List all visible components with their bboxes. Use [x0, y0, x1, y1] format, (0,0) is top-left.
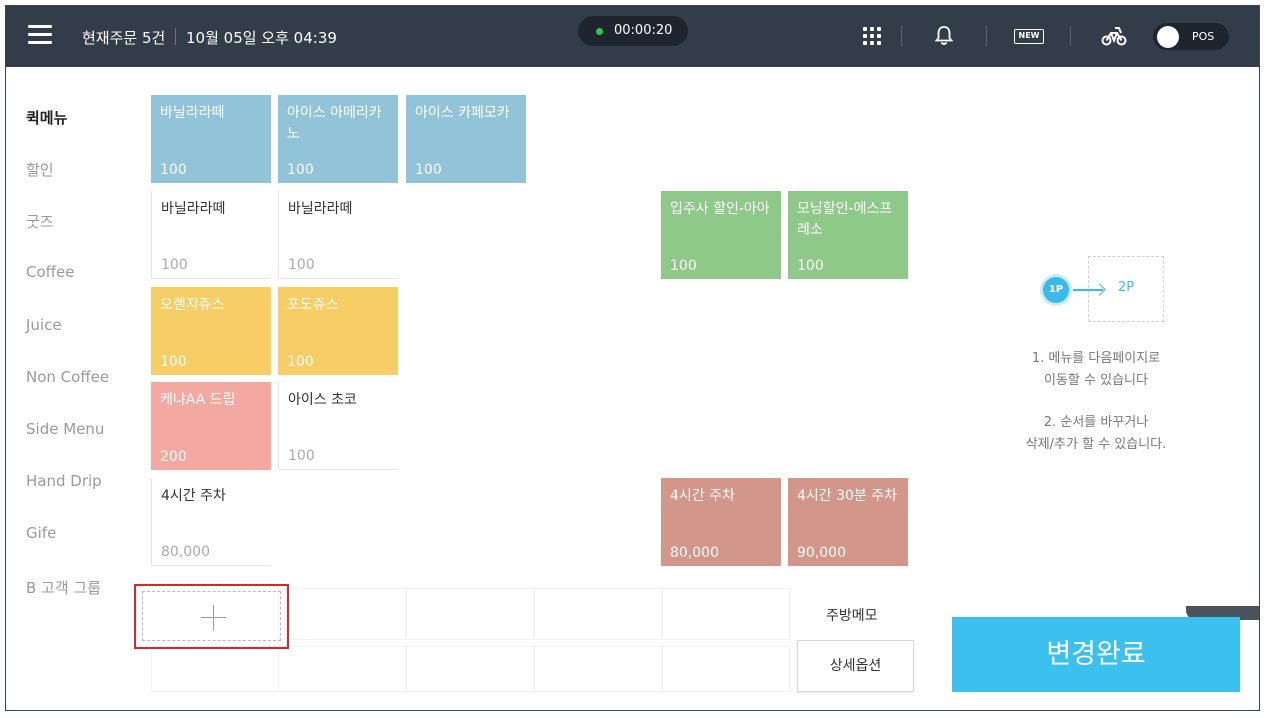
menu-tile-price: 90,000 — [797, 545, 846, 561]
menu-tile-price: 100 — [287, 162, 314, 178]
guide-text-line: 삭제/추가 할 수 있습니다. — [1025, 437, 1167, 452]
page-2-indicator: 2P — [1118, 280, 1135, 295]
menu-tile-price: 100 — [288, 257, 315, 273]
menu-tile-name: 4시간 30분 주차 — [797, 488, 898, 504]
menu-tile[interactable]: 4시간 주차 80,000 — [151, 478, 271, 566]
menu-tile-price: 80,000 — [161, 544, 210, 560]
menu-tile-name: 4시간 주차 — [670, 488, 735, 504]
header-divider — [175, 28, 176, 45]
category-b-customer-group[interactable]: B 고객 그룹 — [26, 577, 101, 598]
category-quick-menu[interactable]: 퀵메뉴 — [26, 107, 67, 128]
menu-tile-price: 100 — [670, 258, 697, 274]
pos-mode-toggle[interactable]: POS — [1153, 23, 1229, 50]
menu-tile[interactable]: 입주사 할인-아아 100 — [661, 191, 781, 279]
menu-tile[interactable]: 바닐라라떼 100 — [278, 191, 398, 279]
menu-tile-name: 포도쥬스 — [287, 297, 339, 313]
category-goods[interactable]: 굿즈 — [26, 211, 54, 232]
empty-menu-slot[interactable] — [151, 646, 279, 692]
header-divider — [901, 26, 902, 46]
menu-tile-price: 100 — [160, 162, 187, 178]
timer-status-dot — [596, 28, 603, 35]
menu-tile-price: 100 — [415, 162, 442, 178]
menu-tile[interactable]: 포도쥬스 100 — [278, 287, 398, 375]
category-side-menu[interactable]: Side Menu — [26, 420, 104, 438]
complete-changes-button[interactable]: 변경완료 — [952, 617, 1240, 692]
menu-hamburger-icon[interactable] — [28, 25, 52, 45]
menu-tile-name: 아이스 아메리카노 — [287, 105, 382, 142]
menu-tile-price: 80,000 — [670, 545, 719, 561]
empty-menu-slot[interactable] — [406, 588, 534, 640]
menu-tile-name: 케냐AA 드립 — [160, 392, 236, 408]
menu-tile-name: 모닝할인-에스프레소 — [797, 201, 893, 238]
menu-tile[interactable]: 아이스 카페모카 100 — [406, 95, 526, 183]
elapsed-timer: 00:00:20 — [578, 16, 688, 46]
menu-tile-name: 바닐라라떼 — [288, 201, 353, 217]
kitchen-memo-button[interactable]: 주방메모 — [826, 605, 878, 625]
menu-tile[interactable]: 아이스 아메리카노 100 — [278, 95, 398, 183]
empty-menu-slot[interactable] — [662, 646, 790, 692]
menu-tile-name: 오렌지쥬스 — [160, 297, 225, 313]
category-hand-drip[interactable]: Hand Drip — [26, 472, 102, 490]
toggle-label: POS — [1192, 30, 1215, 43]
add-menu-button[interactable] — [142, 591, 281, 641]
menu-tile-price: 100 — [288, 448, 315, 464]
toggle-knob — [1157, 26, 1179, 48]
menu-tile[interactable]: 바닐라라떼 100 — [151, 191, 271, 279]
page-1-indicator: 1P — [1043, 277, 1069, 303]
delivery-bike-icon[interactable] — [1101, 25, 1127, 47]
current-orders-count[interactable]: 현재주문 5건 — [82, 27, 165, 48]
menu-tile[interactable]: 아이스 초코 100 — [278, 382, 398, 470]
menu-tile-price: 100 — [287, 354, 314, 370]
menu-tile-name: 4시간 주차 — [161, 488, 226, 504]
header-divider — [986, 26, 987, 46]
empty-menu-slot[interactable] — [662, 588, 790, 640]
menu-tile[interactable]: 4시간 30분 주차 90,000 — [788, 478, 908, 566]
menu-tile[interactable]: 오렌지쥬스 100 — [151, 287, 271, 375]
menu-tile-name: 바닐라라떼 — [160, 105, 225, 121]
new-badge-icon[interactable]: NEW — [1014, 29, 1044, 44]
category-coffee[interactable]: Coffee — [26, 263, 74, 281]
menu-tile-price: 200 — [160, 449, 187, 465]
detail-option-button[interactable]: 상세옵션 — [797, 640, 914, 692]
empty-menu-slot[interactable] — [534, 646, 662, 692]
menu-tile[interactable]: 4시간 주차 80,000 — [661, 478, 781, 566]
empty-menu-slot[interactable] — [406, 646, 534, 692]
bell-icon[interactable] — [935, 25, 953, 46]
menu-tile-price: 100 — [160, 354, 187, 370]
category-juice[interactable]: Juice — [26, 316, 62, 334]
menu-tile-name: 바닐라라떼 — [161, 201, 226, 217]
empty-menu-slot[interactable] — [534, 588, 662, 640]
pos-menu-edit-screen: 현재주문 5건 10월 05일 오후 04:39 00:00:20 NEW PO… — [5, 5, 1260, 711]
timer-text: 00:00:20 — [614, 23, 673, 38]
menu-tile[interactable]: 모닝할인-에스프레소 100 — [788, 191, 908, 279]
empty-menu-slot[interactable] — [278, 588, 406, 640]
category-non-coffee[interactable]: Non Coffee — [26, 368, 109, 386]
arrow-right-icon — [1073, 289, 1103, 291]
menu-tile-price: 100 — [797, 258, 824, 274]
category-discount[interactable]: 할인 — [26, 159, 54, 180]
plus-icon — [201, 605, 226, 630]
top-header: 현재주문 5건 10월 05일 오후 04:39 00:00:20 NEW PO… — [6, 6, 1259, 67]
guide-text-line: 2. 순서를 바꾸거나 — [1043, 415, 1149, 430]
guide-text-line: 이동할 수 있습니다 — [1044, 373, 1148, 388]
menu-tile-price: 100 — [161, 257, 188, 273]
category-gife[interactable]: Gife — [26, 524, 56, 542]
menu-tile[interactable]: 바닐라라떼 100 — [151, 95, 271, 183]
empty-menu-slot[interactable] — [278, 646, 406, 692]
app-grid-icon[interactable] — [863, 27, 881, 45]
menu-tile-name: 아이스 초코 — [288, 392, 357, 408]
header-divider — [1070, 26, 1071, 46]
current-datetime: 10월 05일 오후 04:39 — [186, 29, 337, 47]
menu-tile-name: 아이스 카페모카 — [415, 105, 510, 121]
menu-tile-name: 입주사 할인-아아 — [670, 201, 770, 217]
guide-text-line: 1. 메뉴를 다음페이지로 — [1031, 351, 1161, 366]
menu-tile[interactable]: 케냐AA 드립 200 — [151, 382, 271, 470]
